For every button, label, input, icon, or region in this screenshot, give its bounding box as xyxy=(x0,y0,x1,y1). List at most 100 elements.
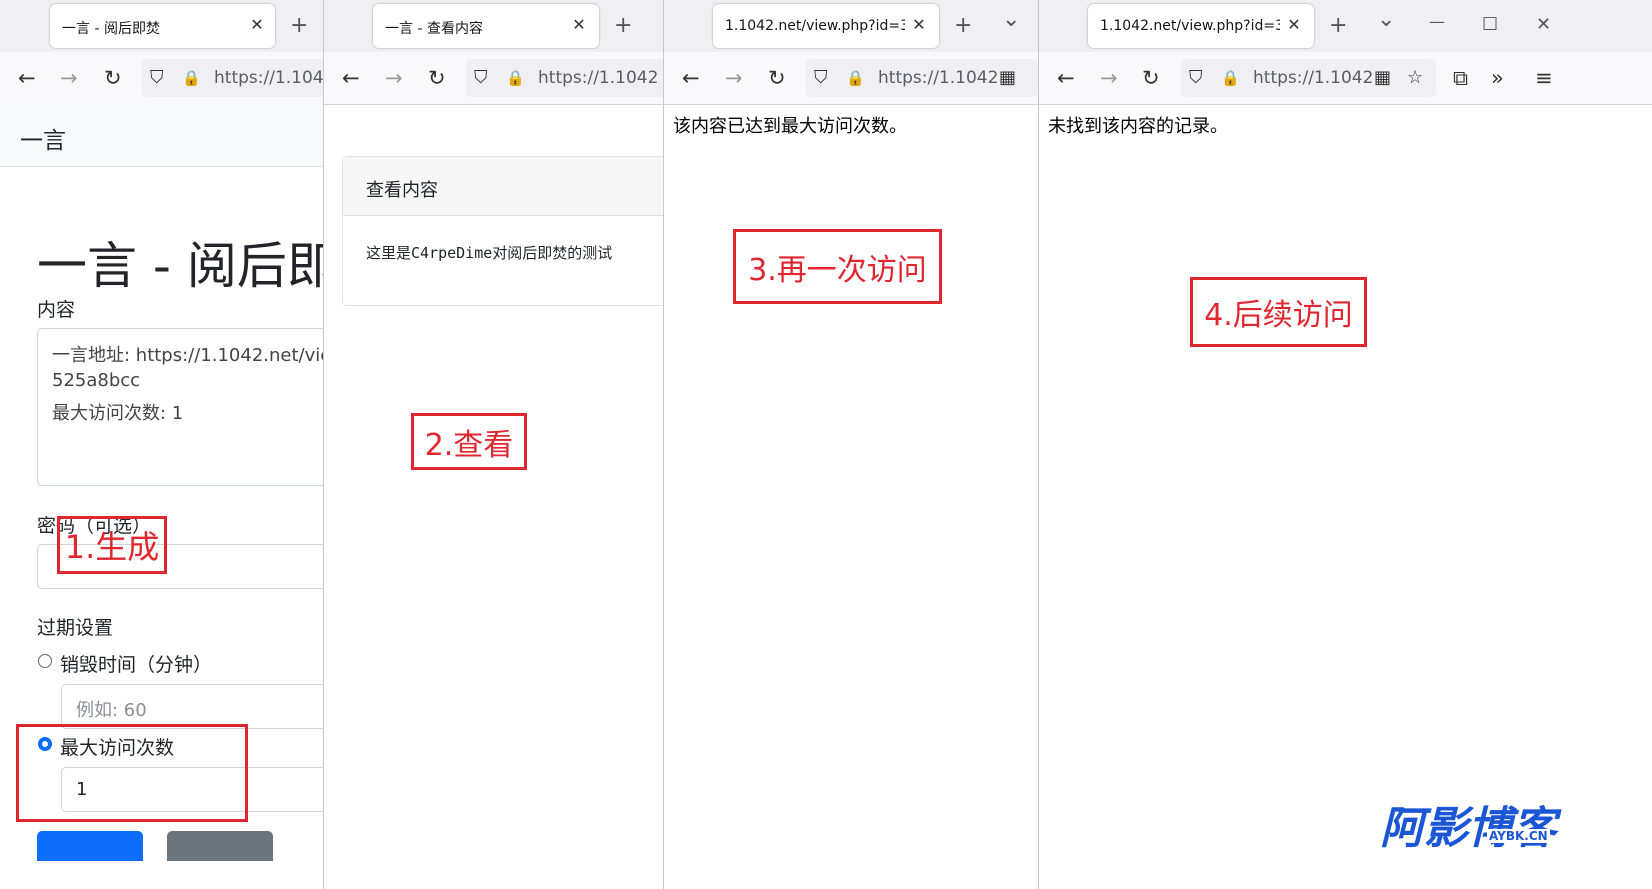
destroy-time-input[interactable]: 例如: 60 xyxy=(61,684,323,729)
overflow-icon[interactable]: » xyxy=(1491,66,1504,90)
browser-pane-4: 1.1042.net/view.php?id=32 ✕ + ⌄ — ☐ ✕ ← … xyxy=(1039,0,1652,889)
tab-strip: 1.1042.net/view.php?id=32 ✕ + ⌄ — ☐ ✕ xyxy=(1039,0,1652,52)
tab-view[interactable]: 一言 - 查看内容 ✕ xyxy=(373,4,599,48)
card-title: 查看内容 xyxy=(366,180,438,201)
url-text: https://1.1042 xyxy=(214,68,323,88)
bookmark-star-icon[interactable]: ☆ xyxy=(1407,68,1423,88)
site-navbar: 一言 xyxy=(0,104,323,167)
page-content: 该内容已达到最大访问次数。 3.再一次访问 xyxy=(664,104,1038,889)
shield-icon: ⛉ xyxy=(814,67,828,88)
reload-icon[interactable]: ↻ xyxy=(428,66,446,90)
reload-icon[interactable]: ↻ xyxy=(768,66,786,90)
lock-icon: 🔒 xyxy=(1221,69,1240,87)
browser-pane-3: 1.1042.net/view.php?id=32 ✕ + ⌄ ← → ↻ ⛉ … xyxy=(664,0,1038,889)
page-content: 未找到该内容的记录。 4.后续访问 xyxy=(1039,104,1652,889)
chevron-down-icon[interactable]: ⌄ xyxy=(1377,8,1395,32)
brand[interactable]: 一言 xyxy=(20,121,66,155)
browser-pane-1: 一言 - 阅后即焚 ✕ + ← → ↻ ⛉ 🔒 https://1.1042 一… xyxy=(0,0,323,889)
back-icon[interactable]: ← xyxy=(342,66,360,90)
url-text: https://1.1042 xyxy=(878,68,999,88)
new-tab-icon[interactable]: + xyxy=(614,14,632,38)
forward-icon[interactable]: → xyxy=(385,66,403,90)
annotation-box: 4.后续访问 xyxy=(1190,277,1367,347)
lock-icon: 🔒 xyxy=(182,69,201,87)
shield-icon: ⛉ xyxy=(150,67,164,88)
window-close-icon[interactable]: ✕ xyxy=(1536,13,1551,37)
qr-code-icon[interactable]: ▦ xyxy=(1374,68,1391,88)
content-label: 内容 xyxy=(37,299,76,321)
tab-strip: 一言 - 查看内容 ✕ + xyxy=(324,0,663,52)
url-text: https://1.1042 xyxy=(538,68,659,88)
annotation-highlight xyxy=(16,724,248,822)
content-card: 查看内容 这里是C4rpeDime对阅后即焚的测试 xyxy=(342,156,663,306)
reload-icon[interactable]: ↻ xyxy=(104,66,122,90)
close-icon[interactable]: ✕ xyxy=(570,16,588,34)
lock-icon: 🔒 xyxy=(846,69,865,87)
shield-icon: ⛉ xyxy=(1189,67,1203,88)
back-icon[interactable]: ← xyxy=(682,66,700,90)
page-content: 一言 一言 - 阅后即焚 内容 一言地址: https://1.1042.net… xyxy=(0,104,323,889)
tab-view-php[interactable]: 1.1042.net/view.php?id=32 ✕ xyxy=(713,4,939,48)
menu-icon[interactable]: ≡ xyxy=(1535,66,1553,90)
new-tab-icon[interactable]: + xyxy=(290,14,308,38)
page-content: 查看内容 这里是C4rpeDime对阅后即焚的测试 2.查看 xyxy=(324,104,663,889)
nav-bar: ← → ↻ ⛉ 🔒 https://1.1042 xyxy=(0,52,323,105)
radio-destroy-time-label: 销毁时间（分钟） xyxy=(60,654,213,676)
nav-bar: ← → ↻ ⛉ 🔒 https://1.1042 ▦ ☆ ⧉ » ≡ xyxy=(1039,52,1652,105)
close-icon[interactable]: ✕ xyxy=(1285,16,1303,34)
url-bar[interactable]: ⛉ 🔒 https://1.1042 xyxy=(142,59,323,97)
maximize-icon[interactable]: ☐ xyxy=(1482,13,1498,37)
expire-label: 过期设置 xyxy=(37,617,114,639)
url-bar[interactable]: ⛉ 🔒 https://1.1042 ▦ xyxy=(806,59,1038,97)
textarea-line: 525a8bcc xyxy=(52,370,141,391)
annotation-box: 2.查看 xyxy=(411,413,527,470)
chevron-down-icon[interactable]: ⌄ xyxy=(1002,8,1020,32)
browser-pane-2: 一言 - 查看内容 ✕ + ← → ↻ ⛉ 🔒 https://1.1042 查… xyxy=(324,0,663,889)
annotation-box: 1.生成 xyxy=(57,516,167,574)
input-placeholder: 例如: 60 xyxy=(76,700,147,721)
nav-bar: ← → ↻ ⛉ 🔒 https://1.1042 ▦ xyxy=(664,52,1038,105)
tab-title: 一言 - 阅后即焚 xyxy=(62,21,160,37)
content-textarea[interactable]: 一言地址: https://1.1042.net/view 525a8bcc 最… xyxy=(37,328,323,486)
watermark-subtext: AYBK.CN xyxy=(1487,829,1550,843)
tab-title: 1.1042.net/view.php?id=32 xyxy=(725,18,905,34)
forward-icon[interactable]: → xyxy=(60,66,78,90)
close-icon[interactable]: ✕ xyxy=(910,16,928,34)
nav-bar: ← → ↻ ⛉ 🔒 https://1.1042 xyxy=(324,52,663,105)
status-message: 该内容已达到最大访问次数。 xyxy=(673,116,907,137)
tab-view-php[interactable]: 1.1042.net/view.php?id=32 ✕ xyxy=(1088,4,1314,48)
url-bar[interactable]: ⛉ 🔒 https://1.1042 xyxy=(466,59,663,97)
tab-strip: 一言 - 阅后即焚 ✕ + xyxy=(0,0,323,52)
back-icon[interactable]: ← xyxy=(18,66,36,90)
submit-button[interactable] xyxy=(37,831,143,861)
watermark-text: 阿影博客 xyxy=(1380,803,1556,854)
watermark-logo: 阿影博客 AYBK.CN xyxy=(1380,792,1570,889)
url-bar[interactable]: ⛉ 🔒 https://1.1042 ▦ ☆ xyxy=(1181,59,1436,97)
annotation-box: 3.再一次访问 xyxy=(733,229,942,304)
secondary-button[interactable] xyxy=(167,831,273,861)
tab-strip: 1.1042.net/view.php?id=32 ✕ + ⌄ xyxy=(664,0,1038,52)
tab-title: 一言 - 查看内容 xyxy=(385,21,483,37)
textarea-line: 最大访问次数: 1 xyxy=(52,403,184,424)
tab-title: 1.1042.net/view.php?id=32 xyxy=(1100,18,1280,34)
status-message: 未找到该内容的记录。 xyxy=(1048,116,1228,137)
card-body-text: 这里是C4rpeDime对阅后即焚的测试 xyxy=(366,244,613,262)
forward-icon[interactable]: → xyxy=(725,66,743,90)
card-header: 查看内容 xyxy=(343,157,663,216)
shield-icon: ⛉ xyxy=(474,67,488,88)
close-icon[interactable]: ✕ xyxy=(248,16,266,34)
tab-create[interactable]: 一言 - 阅后即焚 ✕ xyxy=(50,4,275,48)
radio-destroy-time[interactable] xyxy=(38,654,52,668)
qr-code-icon[interactable]: ▦ xyxy=(999,68,1016,88)
new-tab-icon[interactable]: + xyxy=(1329,14,1347,38)
page-title: 一言 - 阅后即焚 xyxy=(37,237,323,295)
minimize-icon[interactable]: — xyxy=(1429,10,1445,34)
new-tab-icon[interactable]: + xyxy=(954,14,972,38)
url-text: https://1.1042 xyxy=(1253,68,1374,88)
lock-icon: 🔒 xyxy=(506,69,525,87)
back-icon[interactable]: ← xyxy=(1057,66,1075,90)
forward-icon[interactable]: → xyxy=(1100,66,1118,90)
textarea-line: 一言地址: https://1.1042.net/view xyxy=(52,345,323,366)
reload-icon[interactable]: ↻ xyxy=(1142,66,1160,90)
extensions-icon[interactable]: ⧉ xyxy=(1453,66,1468,90)
